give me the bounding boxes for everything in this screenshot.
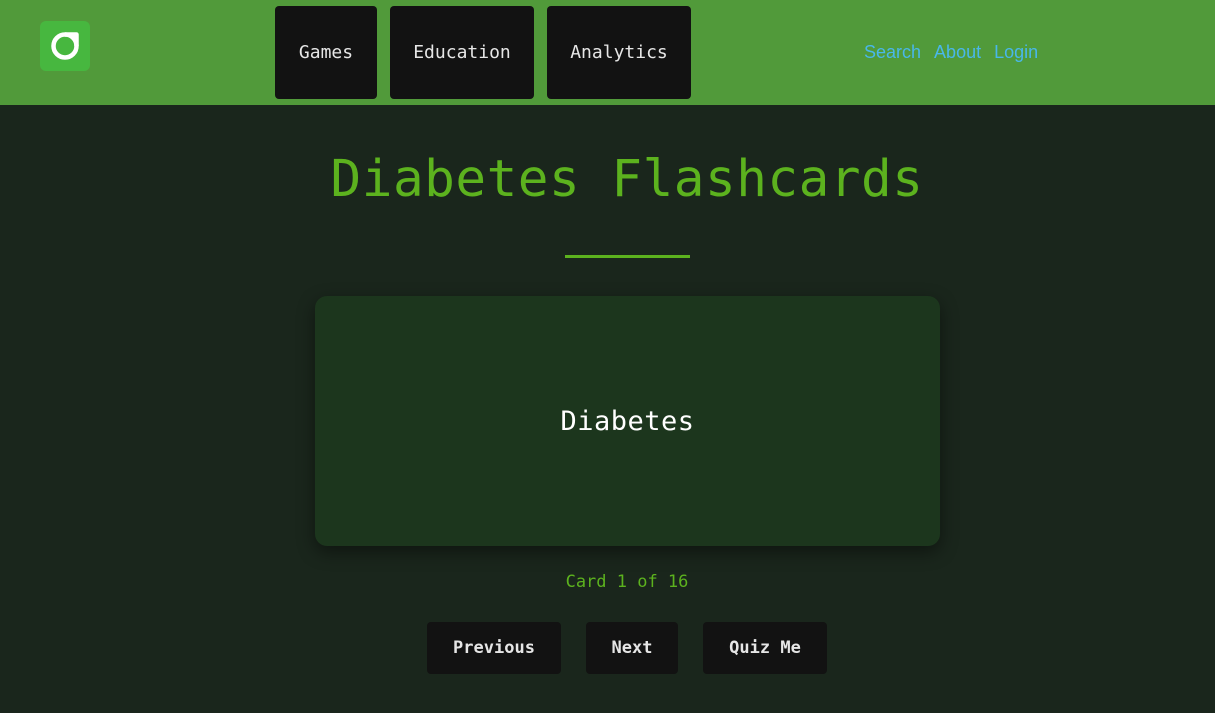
header-links: Search About Login [864,42,1038,63]
app-logo-icon[interactable] [40,21,90,71]
login-link[interactable]: Login [994,42,1038,63]
about-link[interactable]: About [934,42,981,63]
search-link[interactable]: Search [864,42,921,63]
quiz-me-button[interactable]: Quiz Me [703,622,827,674]
previous-button[interactable]: Previous [427,622,561,674]
page-title: Diabetes Flashcards [330,150,924,209]
next-button[interactable]: Next [586,622,678,674]
flashcard-text: Diabetes [560,405,695,437]
top-navigation-bar: Games Education Analytics Search About L… [0,0,1215,105]
card-counter: Card 1 of 16 [565,572,689,592]
nav-games-button[interactable]: Games [275,6,377,99]
nav-analytics-button[interactable]: Analytics [547,6,691,99]
flashcard[interactable]: Diabetes [315,296,940,546]
title-divider [565,255,690,258]
nav-education-button[interactable]: Education [390,6,534,99]
